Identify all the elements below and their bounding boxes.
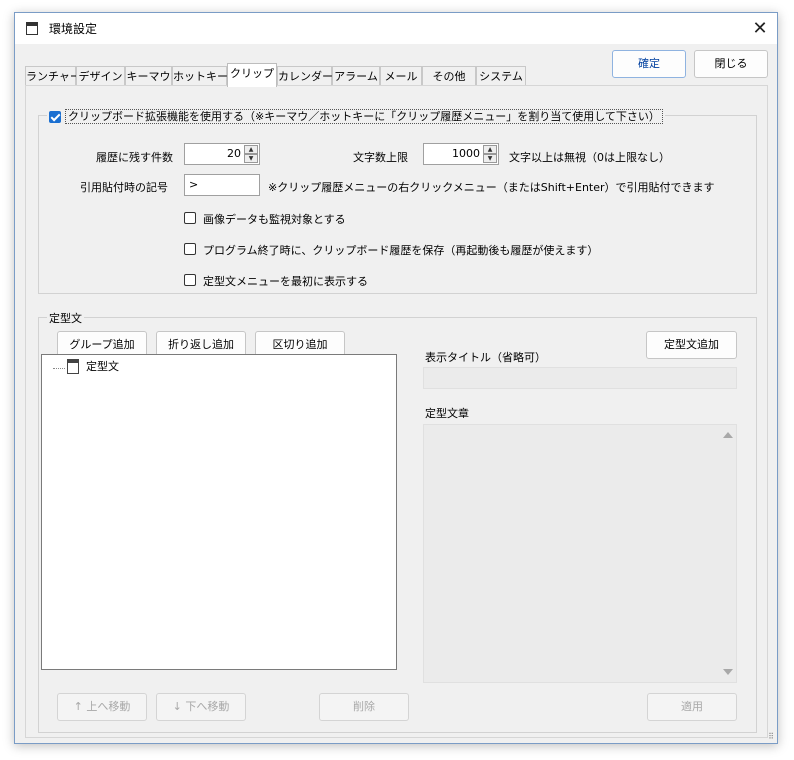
tab-keymouse[interactable]: キーマウ	[125, 66, 172, 86]
display-title-input[interactable]	[423, 367, 737, 389]
clipboard-settings-group	[38, 115, 757, 294]
option-save-history-label[interactable]: プログラム終了時に、クリップボード履歴を保存（再起動後も履歴が使えます）	[203, 242, 598, 258]
teikei-tree[interactable]: 定型文	[41, 354, 397, 670]
tab-system[interactable]: システム	[476, 66, 526, 86]
tab-clip[interactable]: クリップ	[227, 63, 277, 87]
scroll-up-icon[interactable]	[723, 432, 733, 438]
option-teikei-first-checkbox[interactable]	[184, 274, 196, 286]
option-image-checkbox[interactable]	[184, 212, 196, 224]
history-count-label: 履歴に残す件数	[96, 151, 173, 164]
tab-alarm[interactable]: アラーム	[332, 66, 380, 86]
max-chars-stepper[interactable]: 1000 ▲ ▼	[423, 143, 499, 165]
quote-note: ※クリップ履歴メニューの右クリックメニュー（またはShift+Enter）で引用…	[268, 181, 715, 194]
max-chars-suffix: 文字以上は無視（0は上限なし）	[509, 151, 670, 164]
max-chars-value: 1000	[452, 147, 480, 160]
close-button[interactable]: 閉じる	[694, 50, 768, 78]
spin-down-icon[interactable]: ▼	[244, 154, 258, 163]
display-title-label: 表示タイトル（省略可）	[425, 351, 546, 364]
folder-icon	[67, 359, 79, 374]
tab-launcher[interactable]: ランチャー	[25, 66, 81, 86]
quote-symbol-input[interactable]: >	[184, 174, 260, 196]
spin-up-icon[interactable]: ▲	[244, 145, 258, 154]
close-icon[interactable]: ✕	[743, 13, 777, 44]
move-down-button[interactable]: ↓ 下へ移動	[156, 693, 246, 721]
scroll-down-icon[interactable]	[723, 669, 733, 675]
max-chars-label: 文字数上限	[353, 151, 408, 164]
tree-item-root[interactable]: 定型文	[86, 358, 119, 374]
tab-design[interactable]: デザイン	[76, 66, 125, 86]
quote-symbol-label: 引用貼付時の記号	[80, 181, 168, 194]
window-title: 環境設定	[49, 22, 98, 36]
tab-calendar[interactable]: カレンダー	[277, 66, 333, 86]
title-bar: 環境設定 ✕	[15, 13, 777, 44]
history-count-value: 20	[227, 147, 241, 160]
tab-other[interactable]: その他	[422, 66, 476, 86]
option-teikei-first-label[interactable]: 定型文メニューを最初に表示する	[203, 273, 368, 289]
tab-mail[interactable]: メール	[380, 66, 422, 86]
spin-down-icon[interactable]: ▼	[483, 154, 497, 163]
teikei-body-label: 定型文章	[425, 407, 469, 420]
max-chars-spin[interactable]: ▲ ▼	[483, 145, 497, 163]
spin-up-icon[interactable]: ▲	[483, 145, 497, 154]
history-count-stepper[interactable]: 20 ▲ ▼	[184, 143, 260, 165]
delete-button[interactable]: 削除	[319, 693, 409, 721]
resize-grip-icon[interactable]: ⠿	[768, 733, 775, 741]
clipboard-enable-row[interactable]: クリップボード拡張機能を使用する（※キーマウ／ホットキーに「クリップ履歴メニュー…	[47, 108, 665, 124]
apply-button[interactable]: 適用	[647, 693, 737, 721]
tree-connector	[53, 368, 65, 369]
add-teikei-button[interactable]: 定型文追加	[646, 331, 737, 359]
option-save-history-checkbox[interactable]	[184, 243, 196, 255]
tab-hotkey[interactable]: ホットキー	[172, 66, 228, 86]
history-count-spin[interactable]: ▲ ▼	[244, 145, 258, 163]
option-image-label[interactable]: 画像データも監視対象とする	[203, 211, 346, 227]
ok-button[interactable]: 確定	[612, 50, 686, 78]
body-scrollbar[interactable]	[720, 426, 735, 681]
teikei-group-label: 定型文	[47, 310, 84, 326]
teikei-body-textarea[interactable]	[423, 424, 737, 683]
window-icon	[26, 22, 38, 35]
clipboard-enable-checkbox[interactable]	[49, 111, 61, 123]
clipboard-enable-label: クリップボード拡張機能を使用する（※キーマウ／ホットキーに「クリップ履歴メニュー…	[65, 109, 663, 124]
move-up-button[interactable]: ↑ 上へ移動	[57, 693, 147, 721]
